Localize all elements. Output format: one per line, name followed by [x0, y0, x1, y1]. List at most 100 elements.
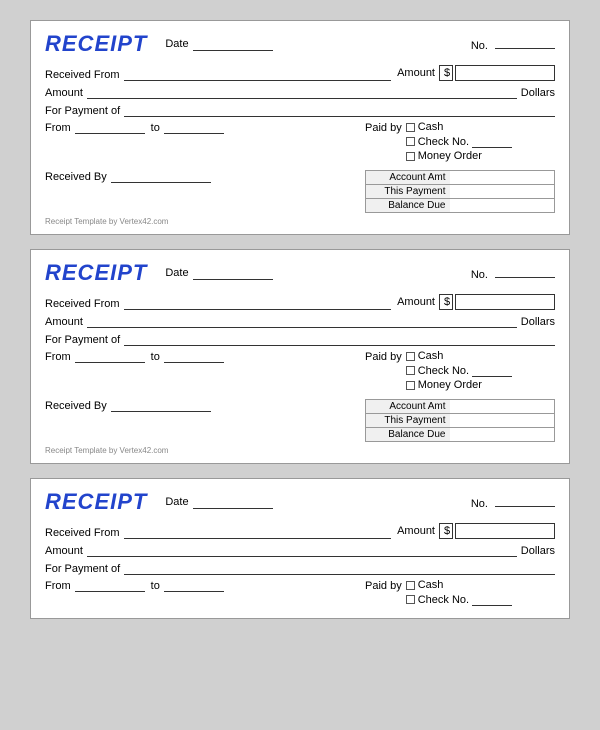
footer-1: Receipt Template by Vertex42.com [45, 217, 555, 226]
check-no-field-3[interactable] [472, 593, 512, 606]
this-payment-value-1[interactable] [450, 185, 555, 199]
date-label-2: Date [165, 267, 188, 279]
check-no-field-2[interactable] [472, 364, 512, 377]
from-field-2[interactable] [75, 350, 145, 363]
date-field-3[interactable] [193, 496, 273, 509]
account-amt-value-2[interactable] [450, 400, 555, 414]
amount-line-field-1[interactable] [87, 86, 517, 99]
amount-input-3[interactable] [455, 523, 555, 539]
paid-by-label-3: Paid by [365, 580, 402, 592]
this-payment-label-1: This Payment [366, 185, 450, 199]
for-payment-field-2[interactable] [124, 333, 555, 346]
money-order-checkbox-1[interactable] [406, 152, 415, 161]
cash-checkbox-3[interactable] [406, 581, 415, 590]
received-from-field-1[interactable] [124, 68, 392, 81]
no-field-3[interactable] [495, 494, 555, 507]
amount-input-2[interactable] [455, 294, 555, 310]
check-checkbox-1[interactable] [406, 137, 415, 146]
check-checkbox-2[interactable] [406, 366, 415, 375]
dollar-sign-2: $ [439, 294, 453, 310]
money-order-checkbox-2[interactable] [406, 381, 415, 390]
received-from-label-2: Received From [45, 298, 120, 310]
for-payment-field-1[interactable] [124, 104, 555, 117]
received-from-field-3[interactable] [124, 526, 392, 539]
check-label-2: Check No. [418, 365, 469, 377]
received-from-label-3: Received From [45, 527, 120, 539]
no-field-1[interactable] [495, 36, 555, 49]
this-payment-value-2[interactable] [450, 414, 555, 428]
received-by-label-1: Received By [45, 171, 107, 183]
date-field-2[interactable] [193, 267, 273, 280]
paid-by-label-1: Paid by [365, 122, 402, 134]
no-label-2: No. [471, 269, 488, 281]
to-label-1: to [151, 122, 160, 134]
balance-due-value-2[interactable] [450, 428, 555, 442]
amount-label-1: Amount [397, 67, 435, 79]
for-payment-field-3[interactable] [124, 562, 555, 575]
from-label-3: From [45, 580, 71, 592]
for-payment-label-2: For Payment of [45, 334, 120, 346]
receipt-1: RECEIPT Date No. Received From Amount $ … [30, 20, 570, 235]
date-label-3: Date [165, 496, 188, 508]
summary-table-1: Account Amt This Payment Balance Due [365, 170, 555, 213]
received-by-field-2[interactable] [111, 399, 211, 412]
balance-due-label-2: Balance Due [366, 428, 450, 442]
receipt-2: RECEIPT Date No. Received From Amount $ … [30, 249, 570, 464]
receipt-title-2: RECEIPT [45, 260, 147, 286]
for-payment-label-1: For Payment of [45, 105, 120, 117]
to-field-2[interactable] [164, 350, 224, 363]
cash-label-1: Cash [418, 121, 444, 133]
amount-input-1[interactable] [455, 65, 555, 81]
from-field-1[interactable] [75, 121, 145, 134]
date-label-1: Date [165, 38, 188, 50]
to-field-1[interactable] [164, 121, 224, 134]
received-from-field-2[interactable] [124, 297, 392, 310]
account-amt-label-2: Account Amt [366, 400, 450, 414]
dollar-sign-3: $ [439, 523, 453, 539]
account-amt-value-1[interactable] [450, 171, 555, 185]
check-checkbox-3[interactable] [406, 595, 415, 604]
receipt-title-1: RECEIPT [45, 31, 147, 57]
dollars-label-1: Dollars [521, 87, 555, 99]
to-label-2: to [151, 351, 160, 363]
cash-checkbox-1[interactable] [406, 123, 415, 132]
amount-line-label-3: Amount [45, 545, 83, 557]
check-label-1: Check No. [418, 136, 469, 148]
amount-label-2: Amount [397, 296, 435, 308]
money-order-label-2: Money Order [418, 379, 482, 391]
cash-checkbox-2[interactable] [406, 352, 415, 361]
account-amt-label-1: Account Amt [366, 171, 450, 185]
received-by-field-1[interactable] [111, 170, 211, 183]
to-field-3[interactable] [164, 579, 224, 592]
footer-2: Receipt Template by Vertex42.com [45, 446, 555, 455]
amount-line-field-2[interactable] [87, 315, 517, 328]
date-field-1[interactable] [193, 38, 273, 51]
check-label-3: Check No. [418, 594, 469, 606]
to-label-3: to [151, 580, 160, 592]
paid-by-label-2: Paid by [365, 351, 402, 363]
received-from-label-1: Received From [45, 69, 120, 81]
for-payment-label-3: For Payment of [45, 563, 120, 575]
summary-table-2: Account Amt This Payment Balance Due [365, 399, 555, 442]
from-label-2: From [45, 351, 71, 363]
dollar-sign-1: $ [439, 65, 453, 81]
balance-due-label-1: Balance Due [366, 199, 450, 213]
amount-label-3: Amount [397, 525, 435, 537]
dollars-label-3: Dollars [521, 545, 555, 557]
cash-label-2: Cash [418, 350, 444, 362]
received-by-label-2: Received By [45, 400, 107, 412]
money-order-label-1: Money Order [418, 150, 482, 162]
from-field-3[interactable] [75, 579, 145, 592]
balance-due-value-1[interactable] [450, 199, 555, 213]
this-payment-label-2: This Payment [366, 414, 450, 428]
receipt-3: RECEIPT Date No. Received From Amount $ … [30, 478, 570, 619]
amount-line-field-3[interactable] [87, 544, 517, 557]
cash-label-3: Cash [418, 579, 444, 591]
no-field-2[interactable] [495, 265, 555, 278]
check-no-field-1[interactable] [472, 135, 512, 148]
receipt-title-3: RECEIPT [45, 489, 147, 515]
amount-line-label-2: Amount [45, 316, 83, 328]
from-label-1: From [45, 122, 71, 134]
no-label-3: No. [471, 498, 488, 510]
no-label-1: No. [471, 40, 488, 52]
